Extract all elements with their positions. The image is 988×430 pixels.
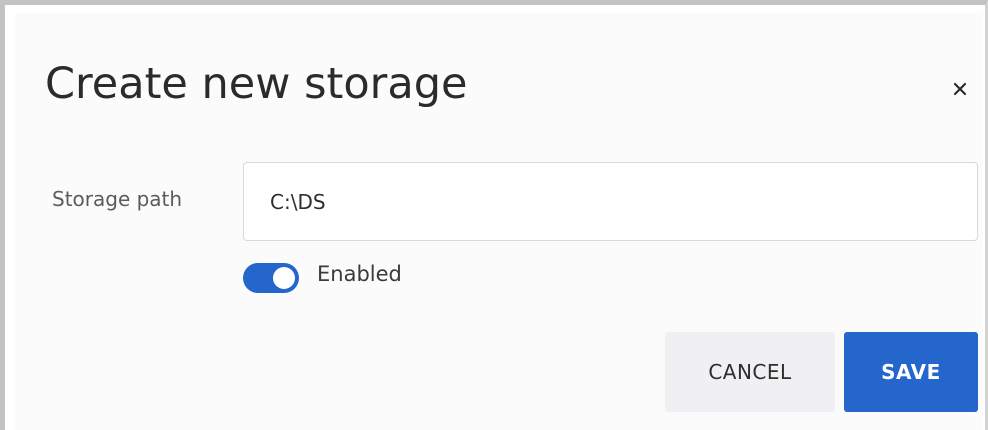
create-storage-dialog: Create new storage Storage path Enabled … xyxy=(15,13,983,430)
cancel-button[interactable]: CANCEL xyxy=(665,332,835,412)
enabled-label: Enabled xyxy=(317,261,402,286)
enabled-toggle-row: Enabled xyxy=(243,263,402,293)
dialog-title: Create new storage xyxy=(45,59,468,109)
toggle-knob xyxy=(273,267,295,289)
close-button[interactable] xyxy=(950,79,970,99)
window-frame: Create new storage Storage path Enabled … xyxy=(0,0,988,430)
enabled-toggle[interactable] xyxy=(243,263,299,293)
close-icon xyxy=(953,82,967,96)
storage-path-input[interactable] xyxy=(243,162,978,241)
storage-path-label: Storage path xyxy=(52,187,183,211)
save-button[interactable]: SAVE xyxy=(844,332,978,412)
